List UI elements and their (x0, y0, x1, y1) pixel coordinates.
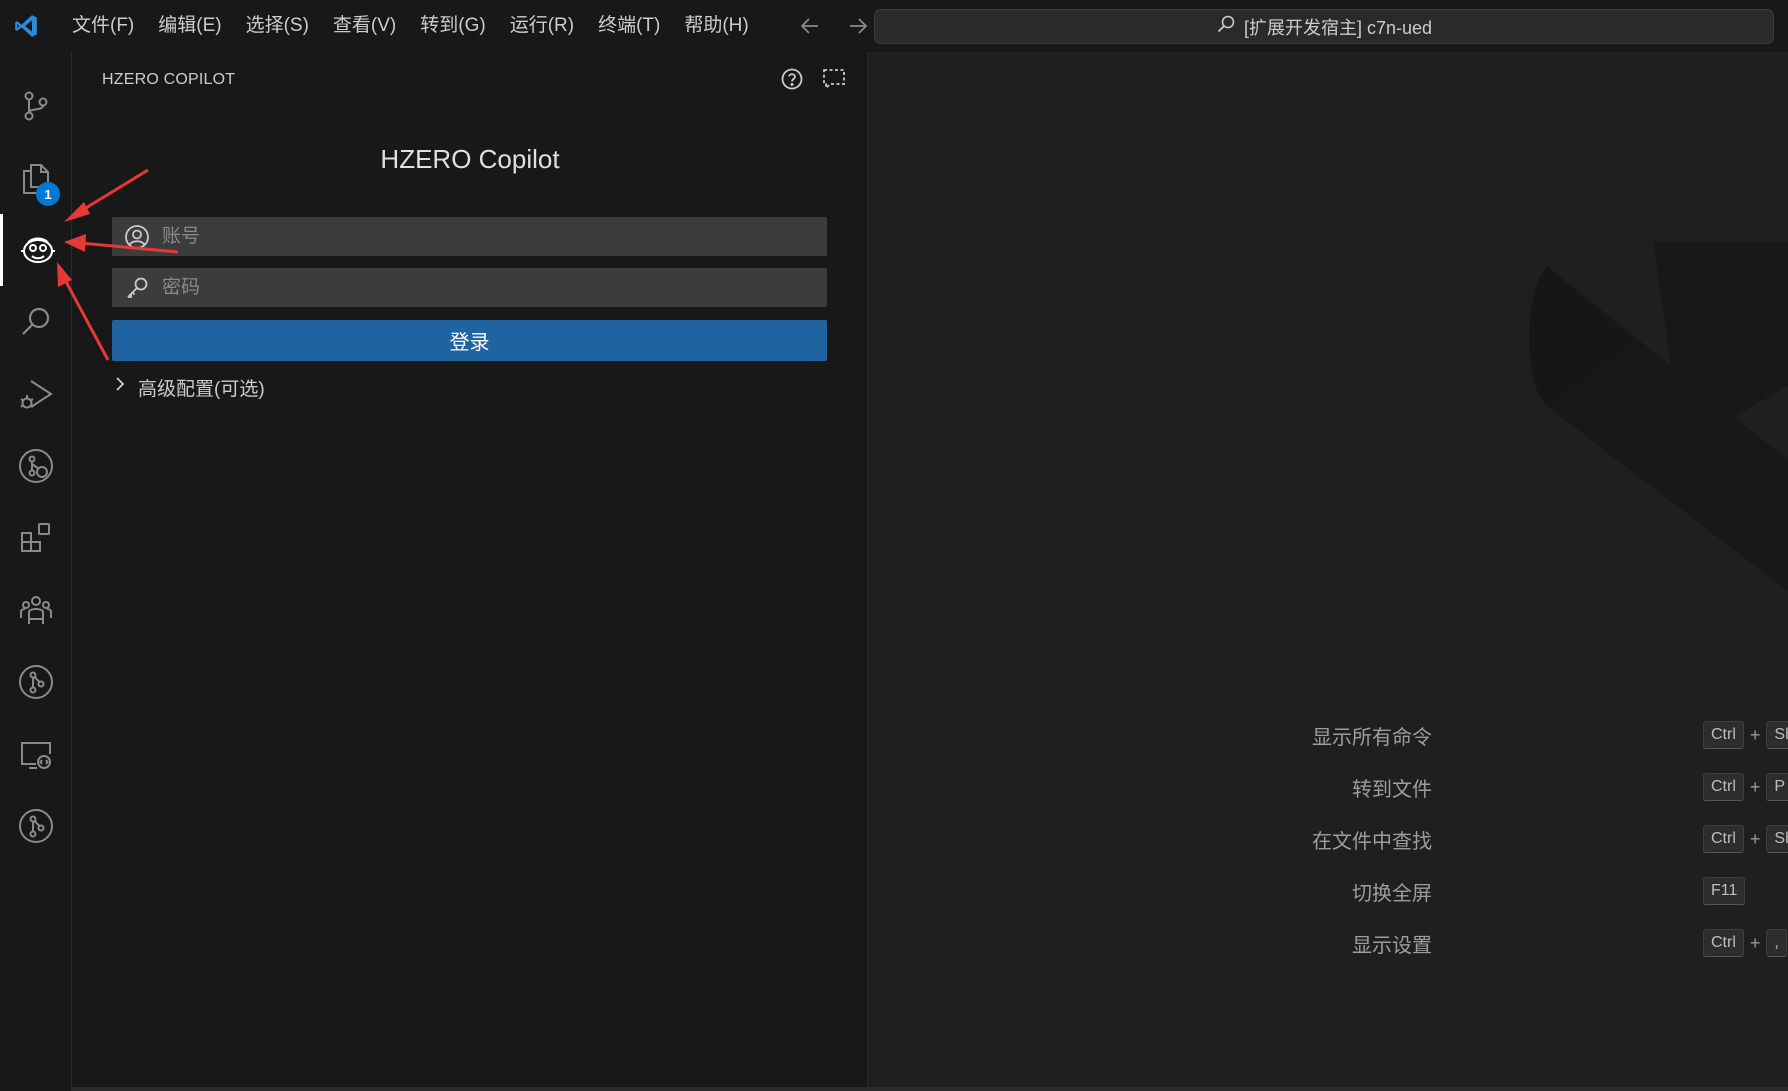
search-icon (1216, 14, 1236, 39)
chevron-right-icon (112, 376, 128, 398)
menu-file[interactable]: 文件(F) (60, 9, 146, 43)
advanced-config-label: 高级配置(可选) (138, 378, 265, 400)
panel-heading: HZERO Copilot (380, 144, 560, 174)
hzero-copilot-icon[interactable] (0, 214, 72, 286)
title-bar: 文件(F) 编辑(E) 选择(S) 查看(V) 转到(G) 运行(R) 终端(T… (0, 0, 1788, 52)
shortcut-row: 切换全屏 F11 (868, 874, 1788, 908)
account-field[interactable] (112, 217, 827, 256)
panel-border (72, 1087, 1788, 1091)
shortcut-row: 显示设置 Ctrl + , (868, 926, 1788, 960)
git-lens-icon[interactable] (0, 790, 72, 862)
command-center[interactable]: [扩展开发宿主] c7n-ued (874, 9, 1774, 44)
menu-run[interactable]: 运行(R) (498, 9, 586, 43)
explorer-icon[interactable]: 1 (0, 142, 72, 214)
navigation-controls (797, 13, 871, 39)
command-center-label: [扩展开发宿主] c7n-ued (1243, 17, 1433, 38)
shortcut-label: 切换全屏 (1352, 882, 1432, 905)
run-debug-icon[interactable] (0, 358, 72, 430)
menu-selection[interactable]: 选择(S) (234, 9, 321, 43)
account-input[interactable] (162, 217, 827, 256)
help-icon[interactable] (779, 66, 805, 92)
password-field[interactable] (112, 268, 827, 307)
shortcut-label: 在文件中查找 (1312, 830, 1432, 853)
shortcut-label: 转到文件 (1352, 778, 1432, 801)
shortcut-row: 显示所有命令 Ctrl + Sh (868, 718, 1788, 752)
key-cap: F11 (1703, 877, 1746, 905)
editor-area: 显示所有命令 Ctrl + Sh 转到文件 Ctrl + P 在文件中查找 Ct… (868, 52, 1788, 1087)
key-icon (112, 268, 162, 307)
menu-bar: 文件(F) 编辑(E) 选择(S) 查看(V) 转到(G) 运行(R) 终端(T… (60, 0, 761, 52)
vscode-logo-icon (0, 0, 52, 52)
search-icon[interactable] (0, 286, 72, 358)
source-control-icon[interactable] (0, 70, 72, 142)
advanced-config-toggle[interactable]: 高级配置(可选) (112, 372, 265, 402)
menu-terminal[interactable]: 终端(T) (586, 9, 672, 43)
forward-arrow-icon[interactable] (845, 13, 871, 39)
shortcut-row: 转到文件 Ctrl + P (868, 770, 1788, 804)
menu-go[interactable]: 转到(G) (408, 9, 497, 43)
menu-view[interactable]: 查看(V) (321, 9, 408, 43)
key-cap: Ctrl (1703, 773, 1744, 801)
menu-edit[interactable]: 编辑(E) (146, 9, 233, 43)
git-graph-icon[interactable] (0, 430, 72, 502)
shortcut-keys: Ctrl + P (1703, 773, 1788, 801)
explorer-badge: 1 (36, 182, 60, 206)
key-cap: , (1766, 929, 1787, 957)
shortcut-label: 显示设置 (1352, 934, 1432, 957)
shortcut-keys: Ctrl + Sh (1703, 825, 1788, 853)
login-button[interactable]: 登录 (112, 320, 827, 361)
shortcut-label: 显示所有命令 (1312, 726, 1432, 749)
git-icon[interactable] (0, 646, 72, 718)
team-icon[interactable] (0, 574, 72, 646)
key-cap: Ctrl (1703, 929, 1744, 957)
key-cap: Sh (1766, 825, 1788, 853)
remote-explorer-icon[interactable] (0, 718, 72, 790)
key-plus: + (1749, 932, 1761, 953)
shortcut-row: 在文件中查找 Ctrl + Sh (868, 822, 1788, 856)
vscode-watermark-icon (1529, 242, 1788, 592)
menu-help[interactable]: 帮助(H) (672, 9, 760, 43)
key-cap: P (1766, 773, 1788, 801)
back-arrow-icon[interactable] (797, 13, 823, 39)
shortcut-keys: Ctrl + , (1703, 929, 1787, 957)
key-cap: Ctrl (1703, 825, 1744, 853)
key-cap: Ctrl (1703, 721, 1744, 749)
extensions-icon[interactable] (0, 502, 72, 574)
sidebar-title: HZERO COPILOT (102, 71, 236, 88)
activity-bar: 1 (0, 52, 72, 1091)
key-plus: + (1749, 724, 1761, 745)
shortcut-keys: Ctrl + Sh (1703, 721, 1788, 749)
sidebar-actions (779, 66, 847, 92)
shortcut-keys: F11 (1703, 877, 1746, 905)
key-cap: Sh (1766, 721, 1788, 749)
key-plus: + (1749, 828, 1761, 849)
feedback-icon[interactable] (821, 66, 847, 92)
user-icon (112, 217, 162, 256)
key-plus: + (1749, 776, 1761, 797)
hzero-copilot-sidebar: HZERO COPILOT HZERO Copilot 登录 (72, 52, 868, 1087)
password-input[interactable] (162, 268, 827, 307)
